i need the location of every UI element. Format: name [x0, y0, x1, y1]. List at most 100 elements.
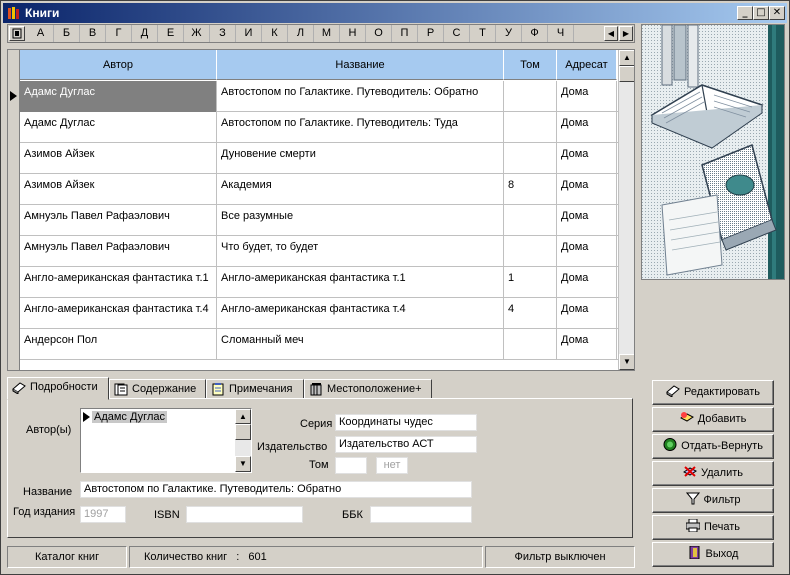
cell-volume[interactable] [504, 112, 557, 143]
cell-addressee[interactable]: Дома [557, 329, 617, 360]
cell-author[interactable]: Англо-американская фантастика т.4 [20, 298, 217, 329]
alphabet-letter-button[interactable]: К [262, 25, 288, 42]
cell-title[interactable]: Сломанный меч [217, 329, 504, 360]
alphabet-letter-button[interactable]: Б [54, 25, 80, 42]
year-field[interactable]: 1997 [80, 506, 126, 523]
cell-author[interactable]: Азимов Айзек [20, 143, 217, 174]
tab-notes[interactable]: Примечания [206, 379, 304, 399]
title-bar[interactable]: Книги _ □ ✕ [3, 3, 787, 23]
filter-button[interactable]: Фильтр [652, 488, 774, 513]
title-field[interactable]: Автостопом по Галактике. Путеводитель: О… [80, 481, 472, 498]
cell-addressee[interactable]: Дома [557, 174, 617, 205]
cell-title[interactable]: Что будет, то будет [217, 236, 504, 267]
alphabet-letter-button[interactable]: В [80, 25, 106, 42]
author-list-item[interactable]: Адамс Дуглас [92, 411, 167, 423]
cell-volume[interactable] [504, 205, 557, 236]
cell-title[interactable]: Все разумные [217, 205, 504, 236]
add-button[interactable]: Добавить [652, 407, 774, 432]
alphabet-letter-button[interactable]: Д [132, 25, 158, 42]
cell-addressee[interactable]: Дома [557, 267, 617, 298]
volume-field[interactable] [335, 457, 367, 474]
series-field[interactable]: Координаты чудес [335, 414, 477, 431]
scroll-down-button[interactable]: ▼ [619, 354, 634, 370]
tab-location[interactable]: Местоположение+ [304, 379, 432, 399]
books-grid[interactable]: Автор Название Том Адресат Адамс Дуглас А… [7, 49, 635, 371]
edit-button[interactable]: Редактировать [652, 380, 774, 405]
alphabet-letter-button[interactable]: Ч [548, 25, 574, 42]
authors-scroll-down-button[interactable]: ▼ [235, 456, 251, 472]
alphabet-scroll-right-button[interactable]: ▶ [619, 26, 633, 41]
cell-addressee[interactable]: Дома [557, 205, 617, 236]
cell-author[interactable]: Адамс Дуглас [20, 112, 217, 143]
cell-volume[interactable] [504, 329, 557, 360]
cell-addressee[interactable]: Дома [557, 81, 617, 112]
table-row[interactable]: Адамс Дуглас Автостопом по Галактике. Пут… [20, 112, 622, 143]
all-letters-icon[interactable] [9, 26, 25, 41]
cell-author[interactable]: Азимов Айзек [20, 174, 217, 205]
authors-scroll-up-button[interactable]: ▲ [235, 409, 251, 424]
lend-return-button[interactable]: Отдать-Вернуть [652, 434, 774, 459]
cell-title[interactable]: Автостопом по Галактике. Путеводитель: Т… [217, 112, 504, 143]
bbk-field[interactable] [370, 506, 472, 523]
cell-title[interactable]: Англо-американская фантастика т.4 [217, 298, 504, 329]
cell-author[interactable]: Андерсон Пол [20, 329, 217, 360]
table-row[interactable]: Азимов Айзек Академия 8 Дома [20, 174, 622, 205]
alphabet-letter-button[interactable]: П [392, 25, 418, 42]
tab-contents[interactable]: Содержание [109, 379, 206, 399]
alphabet-letter-button[interactable]: Т [470, 25, 496, 42]
cell-volume[interactable] [504, 81, 557, 112]
cell-volume[interactable]: 4 [504, 298, 557, 329]
alphabet-letter-button[interactable]: Ф [522, 25, 548, 42]
alphabet-letter-button[interactable]: У [496, 25, 522, 42]
cell-addressee[interactable]: Дома [557, 236, 617, 267]
cell-title[interactable]: Академия [217, 174, 504, 205]
maximize-button[interactable]: □ [753, 6, 769, 20]
column-header-volume[interactable]: Том [504, 50, 557, 80]
delete-button[interactable]: Удалить [652, 461, 774, 486]
alphabet-letter-button[interactable]: И [236, 25, 262, 42]
cell-author[interactable]: Англо-американская фантастика т.1 [20, 267, 217, 298]
column-header-addressee[interactable]: Адресат [557, 50, 617, 80]
authors-list[interactable]: Адамс Дуглас ▲ ▼ [80, 408, 252, 473]
table-row[interactable]: Азимов Айзек Дуновение смерти Дома [20, 143, 622, 174]
cell-volume[interactable] [504, 236, 557, 267]
cell-author[interactable]: Адамс Дуглас [20, 81, 217, 112]
table-row[interactable]: Адамс Дуглас Автостопом по Галактике. Пут… [20, 81, 622, 112]
cell-title[interactable]: Дуновение смерти [217, 143, 504, 174]
alphabet-letter-button[interactable]: Ж [184, 25, 210, 42]
cell-volume[interactable] [504, 143, 557, 174]
alphabet-letter-button[interactable]: О [366, 25, 392, 42]
grid-vertical-scrollbar[interactable]: ▲ ▼ [618, 50, 634, 370]
column-header-title[interactable]: Название [217, 50, 504, 80]
alphabet-letter-button[interactable]: Р [418, 25, 444, 42]
scroll-thumb[interactable] [619, 66, 634, 82]
exit-button[interactable]: Выход [652, 542, 774, 567]
table-row[interactable]: Англо-американская фантастика т.1 Англо-а… [20, 267, 622, 298]
table-row[interactable]: Андерсон Пол Сломанный меч Дома [20, 329, 622, 360]
table-row[interactable]: Амнуэль Павел Рафаэлович Все разумные Дома [20, 205, 622, 236]
cell-author[interactable]: Амнуэль Павел Рафаэлович [20, 236, 217, 267]
minimize-button[interactable]: _ [737, 6, 753, 20]
alphabet-letter-button[interactable]: Л [288, 25, 314, 42]
authors-scrollbar[interactable]: ▲ ▼ [235, 409, 251, 472]
column-header-author[interactable]: Автор [20, 50, 217, 80]
cell-author[interactable]: Амнуэль Павел Рафаэлович [20, 205, 217, 236]
alphabet-letter-button[interactable]: З [210, 25, 236, 42]
scroll-up-button[interactable]: ▲ [619, 50, 634, 66]
cell-volume[interactable]: 1 [504, 267, 557, 298]
cell-addressee[interactable]: Дома [557, 143, 617, 174]
authors-scroll-thumb[interactable] [235, 424, 251, 440]
cell-title[interactable]: Автостопом по Галактике. Путеводитель: О… [217, 81, 504, 112]
alphabet-letter-button[interactable]: Г [106, 25, 132, 42]
close-button[interactable]: ✕ [769, 6, 785, 20]
cell-addressee[interactable]: Дома [557, 298, 617, 329]
print-button[interactable]: Печать [652, 515, 774, 540]
alphabet-letter-button[interactable]: Н [340, 25, 366, 42]
cell-title[interactable]: Англо-американская фантастика т.1 [217, 267, 504, 298]
alphabet-letter-button[interactable]: А [28, 25, 54, 42]
cell-volume[interactable]: 8 [504, 174, 557, 205]
alphabet-letter-button[interactable]: Е [158, 25, 184, 42]
cell-addressee[interactable]: Дома [557, 112, 617, 143]
alphabet-letter-button[interactable]: С [444, 25, 470, 42]
publisher-field[interactable]: Издательство АСТ [335, 436, 477, 453]
